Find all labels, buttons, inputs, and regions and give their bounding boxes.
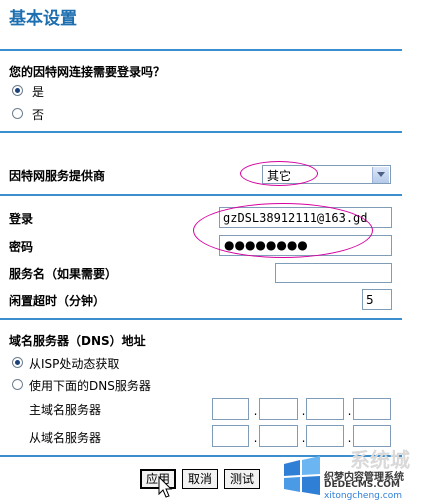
watermark: 系统城 织梦内容管理系统 DEDECMS.COM xitongcheng.com [280,446,433,502]
page-title: 基本设置 [9,9,77,29]
service-name-label: 服务名（如果需要） [9,267,118,281]
dns-heading: 域名服务器（DNS）地址 [9,334,146,348]
password-label: 密码 [9,240,34,254]
radio-no-indicator[interactable] [12,108,23,119]
octet-separator: . [347,431,352,445]
windows-logo-icon [284,456,320,495]
login-label: 登录 [9,212,34,226]
octet-separator: . [347,404,352,418]
service-name-input[interactable] [275,263,392,283]
primary-dns-octet-3[interactable] [306,398,344,420]
section-divider [0,49,402,51]
primary-dns-label: 主域名服务器 [29,403,102,417]
primary-dns-octet-2[interactable] [259,398,298,420]
primary-dns-octet-4[interactable] [353,398,391,420]
test-button[interactable]: 测试 [224,469,260,489]
radio-dns-dynamic-label: 从ISP处动态获取 [29,357,120,371]
section-divider [0,194,402,196]
radio-no-label: 否 [32,108,45,122]
section-divider [0,318,402,320]
section-divider [0,131,402,133]
cancel-button[interactable]: 取消 [182,469,218,489]
watermark-url: DEDECMS.COM [324,480,400,490]
secondary-dns-octet-1[interactable] [212,425,249,447]
secondary-dns-octet-3[interactable] [306,425,344,447]
chevron-down-icon[interactable] [372,167,389,183]
isp-label: 因特网服务提供商 [9,169,106,183]
idle-timeout-input[interactable]: 5 [362,289,392,310]
octet-separator: . [253,431,258,445]
octet-separator: . [253,404,258,418]
radio-yes-label: 是 [32,85,45,99]
highlight-oval [193,203,373,258]
radio-dns-dynamic-indicator[interactable] [12,357,23,368]
secondary-dns-label: 从域名服务器 [29,431,102,445]
idle-timeout-label: 闲置超时（分钟） [9,294,106,308]
highlight-oval [240,161,318,186]
mouse-cursor-icon [158,476,173,498]
primary-dns-octet-1[interactable] [212,398,249,420]
radio-dns-manual-indicator[interactable] [12,379,23,390]
radio-dns-manual-label: 使用下面的DNS服务器 [29,379,151,393]
watermark-url-2: xitongcheng.com [324,491,402,501]
radio-yes-indicator[interactable] [12,85,23,96]
secondary-dns-octet-2[interactable] [259,425,298,447]
login-question-label: 您的因特网连接需要登录吗？ [9,65,166,79]
